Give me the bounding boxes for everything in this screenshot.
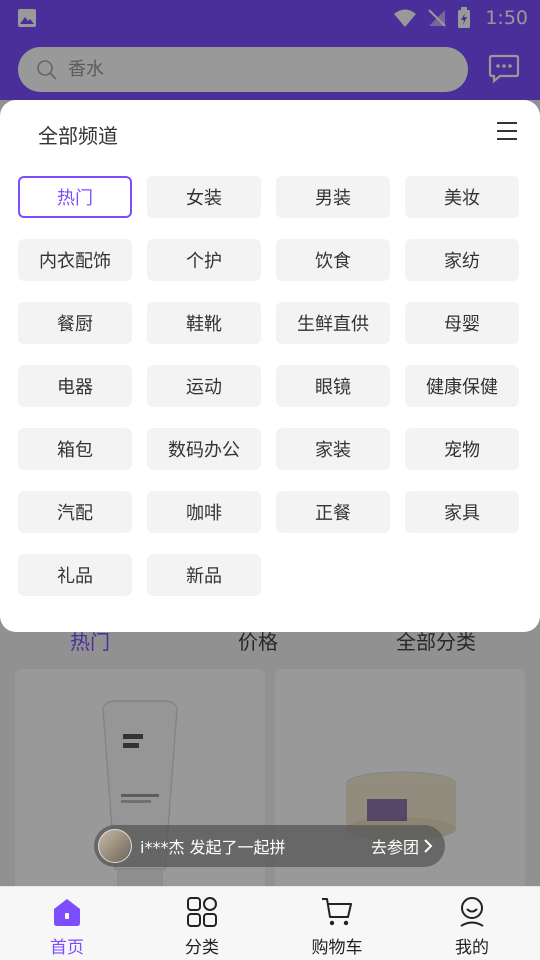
channel-chip[interactable]: 运动: [147, 365, 261, 407]
profile-icon: [460, 897, 484, 927]
channel-chip[interactable]: 母婴: [405, 302, 519, 344]
group-buy-toast[interactable]: i***杰 发起了一起拼 去参团: [94, 825, 445, 867]
nav-cart-label: 购物车: [311, 938, 363, 958]
nav-profile[interactable]: 我的: [422, 887, 522, 960]
join-group-label: 去参团: [370, 838, 419, 857]
channel-chip[interactable]: 家装: [276, 428, 390, 470]
home-icon: [54, 899, 80, 926]
bottom-nav: 首页 分类 购物车 我的: [0, 886, 540, 960]
cart-icon: [322, 898, 352, 926]
channel-chip[interactable]: 家具: [405, 491, 519, 533]
channel-chip[interactable]: 宠物: [405, 428, 519, 470]
channel-chip[interactable]: 女装: [147, 176, 261, 218]
channel-chip[interactable]: 新品: [147, 554, 261, 596]
channel-chip[interactable]: 眼镜: [276, 365, 390, 407]
nav-category-label: 分类: [185, 938, 219, 958]
panel-title: 全部频道: [38, 124, 118, 148]
nav-cart[interactable]: 购物车: [287, 887, 387, 960]
avatar: [98, 829, 132, 863]
nav-home-label: 首页: [50, 938, 84, 958]
category-icon: [187, 897, 217, 927]
channel-chip[interactable]: 鞋靴: [147, 302, 261, 344]
join-group-button[interactable]: 去参团: [371, 834, 433, 858]
channel-chip[interactable]: 礼品: [18, 554, 132, 596]
menu-icon[interactable]: [496, 120, 518, 142]
channel-chip[interactable]: 生鲜直供: [276, 302, 390, 344]
channel-chip[interactable]: 数码办公: [147, 428, 261, 470]
channel-chip[interactable]: 内衣配饰: [18, 239, 132, 281]
channel-chip[interactable]: 正餐: [276, 491, 390, 533]
channel-chip[interactable]: 饮食: [276, 239, 390, 281]
channel-chip[interactable]: 个护: [147, 239, 261, 281]
channel-chip[interactable]: 咖啡: [147, 491, 261, 533]
toast-message: i***杰 发起了一起拼: [140, 838, 286, 857]
nav-category[interactable]: 分类: [152, 887, 252, 960]
channel-chip[interactable]: 热门: [18, 176, 132, 218]
chevron-right-icon: [424, 839, 433, 853]
channel-chip[interactable]: 汽配: [18, 491, 132, 533]
channel-chip[interactable]: 家纺: [405, 239, 519, 281]
nav-profile-label: 我的: [455, 938, 489, 958]
channel-chip[interactable]: 美妆: [405, 176, 519, 218]
nav-home[interactable]: 首页: [17, 887, 117, 960]
channel-chip[interactable]: 健康保健: [405, 365, 519, 407]
channel-panel: 全部频道 热门 女装 男装 美妆内衣配饰 个护 饮食 家纺餐厨 鞋靴 生鲜直供 母婴电器 运动 眼镜健…: [0, 100, 540, 632]
channel-chip[interactable]: 男装: [276, 176, 390, 218]
channel-chip[interactable]: 餐厨: [18, 302, 132, 344]
channel-chip[interactable]: 电器: [18, 365, 132, 407]
channel-chip[interactable]: 箱包: [18, 428, 132, 470]
